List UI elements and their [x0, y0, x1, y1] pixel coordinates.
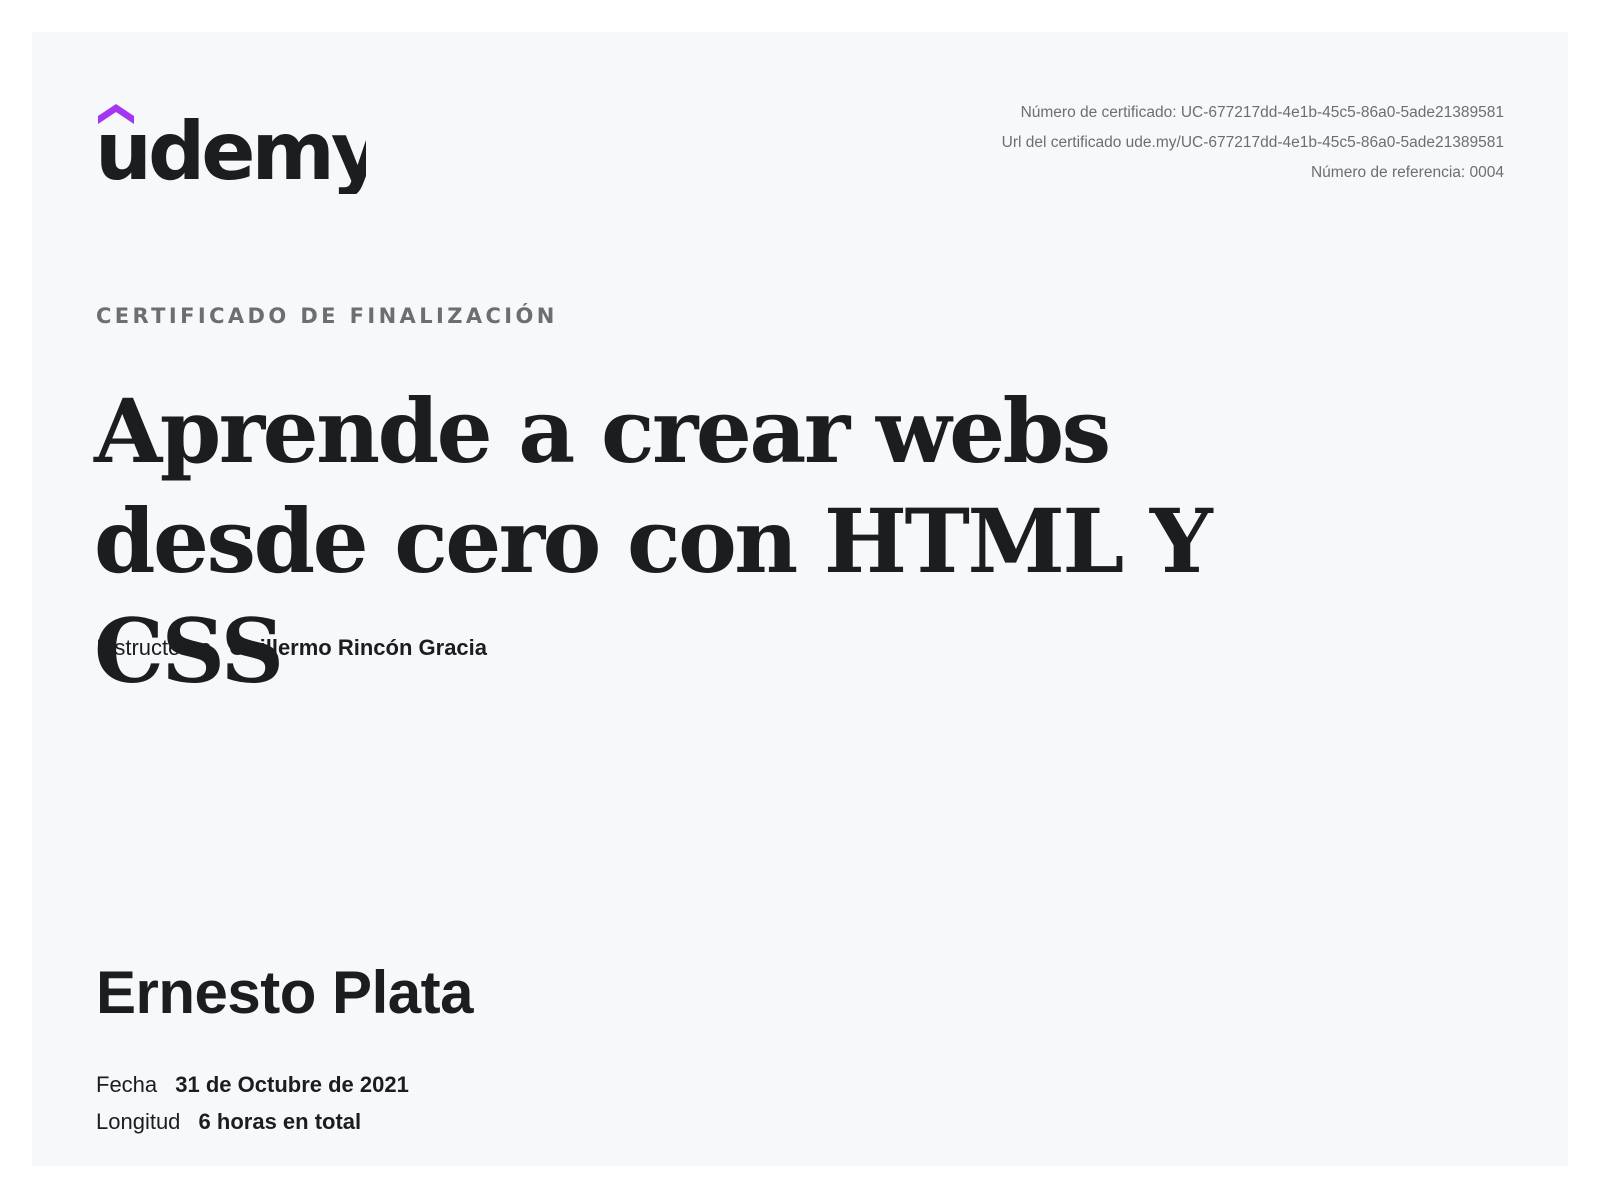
instructors-label: Instructores	[96, 635, 211, 660]
date-value: 31 de Octubre de 2021	[175, 1072, 409, 1097]
certificate-kicker: CERTIFICADO DE FINALIZACIÓN	[96, 304, 558, 328]
instructors-line: Instructores Guillermo Rincón Gracia	[96, 635, 487, 661]
date-label: Fecha	[96, 1072, 158, 1097]
instructors-value: Guillermo Rincón Gracia	[229, 635, 488, 660]
certificate-meta: Número de certificado: UC-677217dd-4e1b-…	[1002, 98, 1504, 188]
date-line: Fecha 31 de Octubre de 2021	[96, 1072, 409, 1098]
length-line: Longitud 6 horas en total	[96, 1109, 361, 1135]
udemy-logo: udemy	[96, 94, 366, 194]
certificate-number: Número de certificado: UC-677217dd-4e1b-…	[1020, 104, 1504, 121]
reference-number: Número de referencia: 0004	[1310, 164, 1504, 181]
length-value: 6 horas en total	[198, 1109, 362, 1134]
student-name: Ernesto Plata	[96, 959, 473, 1026]
length-label: Longitud	[96, 1109, 181, 1134]
logo-wordmark: udemy	[96, 105, 366, 194]
certificate: udemy Número de certificado: UC-677217dd…	[32, 32, 1568, 1166]
certificate-url[interactable]: Url del certificado ude.my/UC-677217dd-4…	[1002, 128, 1504, 158]
